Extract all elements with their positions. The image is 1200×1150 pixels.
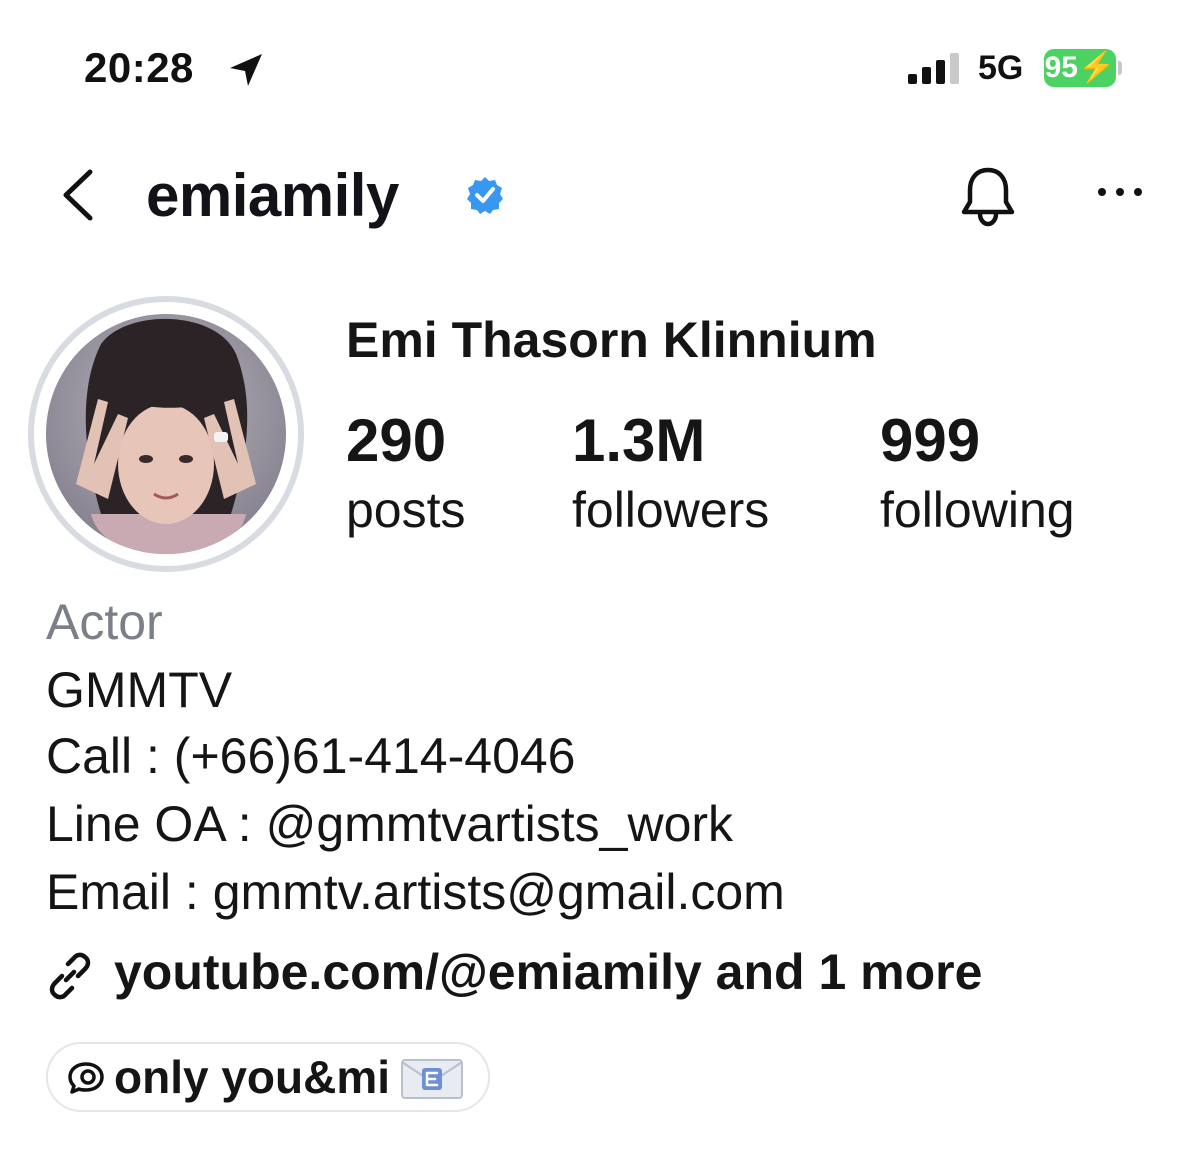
followers-count[interactable]: 1.3M <box>572 406 705 476</box>
bio-line: GMMTV <box>46 662 233 718</box>
bio-line[interactable]: Call : (+66)61-414-4046 <box>46 726 576 786</box>
bell-icon[interactable] <box>958 164 1018 228</box>
posts-count[interactable]: 290 <box>346 406 446 476</box>
cellular-signal-icon <box>908 53 959 84</box>
profile-link[interactable]: youtube.com/@emiamily and 1 more <box>114 942 982 1002</box>
avatar[interactable] <box>46 314 286 554</box>
battery-indicator: 95⚡ <box>1044 49 1116 87</box>
more-horizontal-icon[interactable] <box>1096 180 1144 204</box>
link-icon <box>49 952 91 1000</box>
location-arrow-icon <box>230 54 262 86</box>
bio-line: Line OA : @gmmtvartists_work <box>46 796 734 852</box>
battery-nub <box>1118 61 1122 75</box>
profile-username: emiamily <box>146 162 399 229</box>
verified-badge-icon <box>467 177 503 214</box>
battery-level: 95 <box>1044 51 1078 84</box>
status-time: 20:28 <box>84 44 194 91</box>
threads-label[interactable]: only you&mi <box>114 1048 390 1106</box>
posts-label[interactable]: posts <box>346 480 466 540</box>
following-label[interactable]: following <box>880 480 1075 540</box>
envelope-icon <box>401 1059 463 1099</box>
bio-line[interactable]: Email : gmmtv.artists@gmail.com <box>46 862 785 922</box>
profile-category: Actor <box>46 594 163 650</box>
network-type: 5G <box>978 49 1024 87</box>
profile-full-name: Emi Thasorn Klinnium <box>346 312 877 368</box>
chevron-left-icon[interactable] <box>56 166 100 224</box>
threads-icon <box>68 1062 104 1094</box>
following-count[interactable]: 999 <box>880 406 980 476</box>
followers-label[interactable]: followers <box>572 480 769 540</box>
charging-bolt-icon: ⚡ <box>1078 51 1116 84</box>
